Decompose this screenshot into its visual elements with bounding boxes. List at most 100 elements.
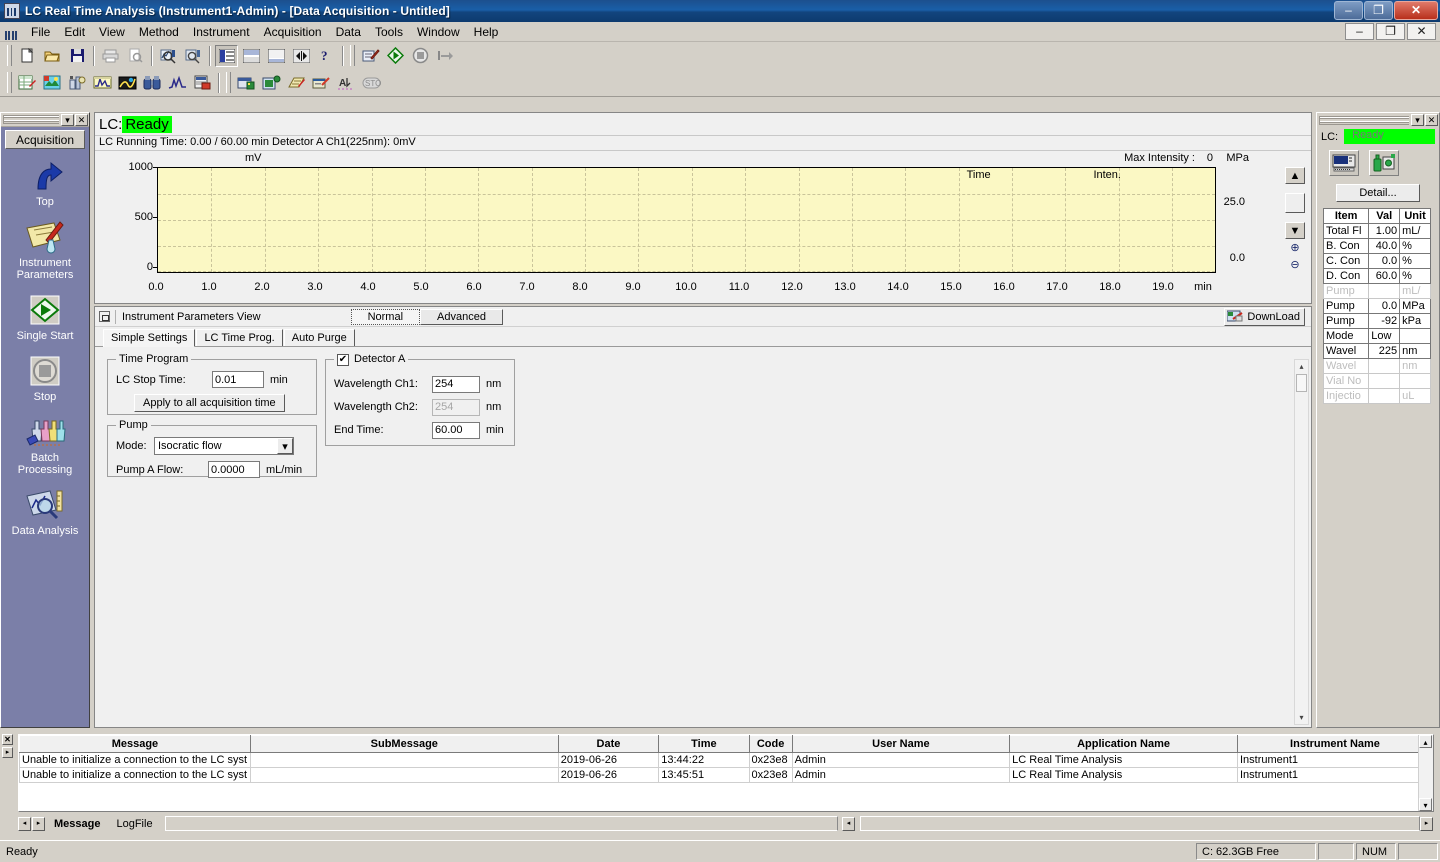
log-horizontal-scroll-track[interactable]: [860, 816, 1420, 831]
menu-instrument[interactable]: Instrument: [186, 23, 257, 41]
menu-view[interactable]: View: [92, 23, 132, 41]
data-search-icon[interactable]: [157, 45, 180, 67]
scroll-down-button[interactable]: ▾: [1295, 711, 1308, 724]
apply-to-all-acquisition-time-button[interactable]: Apply to all acquisition time: [134, 394, 285, 412]
parameters-vertical-scrollbar[interactable]: ▴ ▾: [1294, 359, 1309, 725]
pump-a-flow-input[interactable]: [208, 461, 260, 478]
download-button[interactable]: DownLoad: [1224, 307, 1305, 326]
log-col-submessage[interactable]: SubMessage: [249, 735, 559, 753]
mode-tab-advanced[interactable]: Advanced: [420, 308, 503, 325]
method-edit-icon[interactable]: [359, 45, 382, 67]
sidebar-item-instrument-parameters[interactable]: Instrument Parameters: [1, 218, 89, 281]
data-search2-icon[interactable]: [182, 45, 205, 67]
detail-button[interactable]: Detail...: [1336, 184, 1420, 202]
wavelength-ch1-input[interactable]: [432, 375, 480, 393]
scroll-down-button[interactable]: ▼: [1285, 222, 1305, 239]
menu-help[interactable]: Help: [467, 23, 506, 41]
toolbar2-grip-b[interactable]: [226, 72, 231, 93]
menu-file[interactable]: File: [24, 23, 57, 41]
batch-table-icon[interactable]: [235, 72, 258, 94]
menu-tools[interactable]: Tools: [368, 23, 410, 41]
batch-start-icon[interactable]: [260, 72, 283, 94]
log-col-date[interactable]: Date: [557, 735, 660, 753]
chevron-down-icon[interactable]: ▾: [61, 113, 74, 126]
sidebar-item-top[interactable]: Top: [1, 157, 89, 208]
tab-lc-time-prog[interactable]: LC Time Prog.: [196, 329, 283, 346]
log-col-message[interactable]: Message: [19, 735, 251, 753]
menu-data[interactable]: Data: [329, 23, 368, 41]
table-row[interactable]: Unable to initialize a connection to the…: [19, 752, 1434, 768]
sidebar-close-icon[interactable]: ✕: [75, 113, 88, 126]
log-col-application-name[interactable]: Application Name: [1009, 735, 1238, 753]
log-horizontal-scrollbar[interactable]: [164, 816, 838, 831]
hscroll-right-button[interactable]: ▸: [1420, 816, 1433, 831]
zoom-in-icon[interactable]: ⊕: [1285, 239, 1305, 256]
log-close-icon[interactable]: ✕: [2, 734, 13, 745]
binoculars-icon[interactable]: [141, 72, 164, 94]
open-file-icon[interactable]: [41, 45, 64, 67]
menu-window[interactable]: Window: [410, 23, 467, 41]
sidebar-item-single-start[interactable]: Single Start: [1, 291, 89, 342]
batch-edit-icon[interactable]: [285, 72, 308, 94]
pump-mode-select[interactable]: Isocratic flow ▾: [154, 437, 294, 455]
tab-simple-settings[interactable]: Simple Settings: [103, 329, 196, 347]
end-time-input[interactable]: [432, 421, 480, 439]
sidebar-item-data-analysis[interactable]: Data Analysis: [1, 486, 89, 537]
sidebar-item-stop[interactable]: Stop: [1, 352, 89, 403]
hscroll-left-button[interactable]: ◂: [842, 816, 855, 831]
table-row[interactable]: Unable to initialize a connection to the…: [19, 767, 1434, 783]
instrument-monitor-icon[interactable]: [1329, 150, 1359, 176]
toolbar-grip-2[interactable]: [350, 45, 355, 66]
scroll-up-button[interactable]: ▴: [1295, 360, 1308, 373]
batch-queue-icon[interactable]: [310, 72, 333, 94]
sidebar-drag-handle[interactable]: [3, 115, 59, 124]
sample-login-icon[interactable]: [41, 72, 64, 94]
scroll-down-button[interactable]: ▾: [1419, 798, 1432, 811]
sheet-tab-message[interactable]: Message: [46, 818, 108, 830]
sheet-next-button[interactable]: ▸: [32, 816, 45, 831]
plot-canvas[interactable]: Time Inten.: [157, 167, 1216, 273]
view-split-horizontal-icon[interactable]: [240, 45, 263, 67]
toolbar2-grip[interactable]: [7, 72, 12, 93]
maximize-button[interactable]: ❐: [1364, 1, 1393, 20]
status-dock-drag-handle[interactable]: [1319, 115, 1409, 125]
spectrum-icon[interactable]: [116, 72, 139, 94]
log-col-instrument-name[interactable]: Instrument Name: [1236, 735, 1434, 753]
mdi-close-button[interactable]: ✕: [1407, 23, 1436, 40]
menu-method[interactable]: Method: [132, 23, 186, 41]
view-single-icon[interactable]: [265, 45, 288, 67]
curve-icon[interactable]: [166, 72, 189, 94]
minimize-button[interactable]: –: [1334, 1, 1363, 20]
mdi-minimize-button[interactable]: –: [1345, 23, 1374, 40]
mdi-restore-button[interactable]: ❐: [1376, 23, 1405, 40]
detector-a-checkbox[interactable]: ✔: [337, 353, 349, 366]
instrument-config-icon[interactable]: [66, 72, 89, 94]
lc-stop-time-input[interactable]: [212, 371, 264, 388]
menu-acquisition[interactable]: Acquisition: [257, 23, 329, 41]
zoom-out-icon[interactable]: ⊖: [1285, 256, 1305, 273]
method-table-icon[interactable]: [16, 72, 39, 94]
scroll-up-button[interactable]: ▴: [1419, 735, 1432, 748]
log-vertical-scrollbar[interactable]: ▴ ▾: [1418, 735, 1433, 811]
log-col-time[interactable]: Time: [658, 735, 750, 753]
menu-edit[interactable]: Edit: [57, 23, 92, 41]
view-expand-icon[interactable]: [290, 45, 313, 67]
autosample-icon[interactable]: A: [335, 72, 358, 94]
solvent-bottle-icon[interactable]: [1369, 150, 1399, 176]
view-split-vertical-icon[interactable]: [215, 44, 238, 67]
mode-tab-normal[interactable]: Normal: [350, 308, 421, 325]
scroll-thumb[interactable]: [1296, 374, 1307, 392]
sheet-tab-logfile[interactable]: LogFile: [108, 818, 160, 830]
save-icon[interactable]: [66, 45, 89, 67]
sheet-prev-button[interactable]: ◂: [18, 816, 31, 831]
status-dock-close-icon[interactable]: ✕: [1425, 114, 1438, 126]
message-log-table-wrap[interactable]: Message SubMessage Date Time Code User N…: [18, 734, 1434, 812]
sidebar-item-batch-processing[interactable]: Batch Processing: [1, 413, 89, 476]
chevron-down-icon[interactable]: ▾: [1411, 114, 1424, 126]
log-col-code[interactable]: Code: [748, 735, 793, 753]
log-col-user-name[interactable]: User Name: [791, 735, 1011, 753]
collapse-icon[interactable]: [99, 311, 110, 322]
new-file-icon[interactable]: [16, 45, 39, 67]
chevron-down-icon[interactable]: ▾: [277, 438, 293, 454]
close-button[interactable]: ✕: [1394, 1, 1438, 20]
